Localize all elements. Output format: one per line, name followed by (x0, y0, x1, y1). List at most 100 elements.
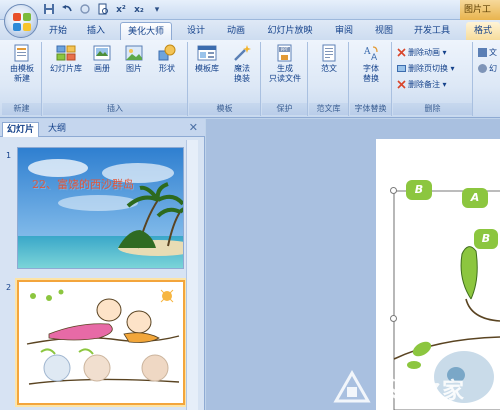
slides-pane-scrollbar[interactable] (186, 140, 198, 410)
delete-animation-icon (397, 48, 406, 57)
group-template-label: 模板 (189, 103, 260, 115)
overflow-item-1-label: 文 (489, 48, 497, 57)
generate-readonly-label: 生成 只读文件 (269, 64, 301, 83)
group-insert: 幻灯片库 画册 图片 形状 插入 (43, 42, 188, 116)
svg-text:A: A (371, 53, 378, 62)
group-protect-label: 保护 (262, 103, 307, 115)
group-template: 模板库 魔法 换装 模板 (189, 42, 261, 116)
group-delete-label: 删除 (393, 103, 472, 115)
slide-thumbnail-1[interactable]: 22、富饶的西沙群岛 (17, 147, 184, 269)
letter-bubble-a: A (462, 188, 488, 208)
font-replace-button[interactable]: AA 字体 替换 (355, 44, 387, 84)
beach-scene-image (18, 148, 183, 268)
slide-library-button[interactable]: 幻灯片库 (47, 44, 85, 74)
subscript-icon[interactable]: x₂ (132, 3, 146, 17)
overflow-item-2-label: 幻 (489, 64, 497, 73)
delete-transition-label: 删除页切换 (408, 64, 448, 73)
template-library-label: 模板库 (195, 64, 219, 73)
slide-library-label: 幻灯片库 (50, 64, 82, 73)
template-library-icon (197, 44, 217, 62)
slides-pane-tabs: 幻灯片 大纲 ✕ (0, 119, 205, 137)
group-font-replace: AA 字体 替换 字体替换 (350, 42, 392, 116)
group-new: 由模板 新建 新建 (2, 42, 42, 116)
magic-dressup-button[interactable]: 魔法 换装 (227, 44, 257, 84)
delete-transition-icon (397, 64, 406, 73)
print-preview-icon[interactable] (96, 3, 110, 17)
group-font-replace-label: 字体替换 (350, 103, 391, 115)
delete-animation-label: 删除动画 (408, 48, 440, 57)
redo-icon[interactable] (78, 3, 92, 17)
template-library-button[interactable]: 模板库 (191, 44, 223, 74)
shape-icon (157, 44, 177, 62)
text-icon (478, 48, 487, 57)
magic-wand-icon (232, 44, 252, 62)
overflow-item-1[interactable]: 文 (478, 46, 497, 59)
ppt-readonly-icon: PPT (275, 44, 295, 62)
office-button[interactable] (4, 4, 38, 38)
resize-handle-top-left[interactable] (390, 187, 397, 194)
svg-text:PPT: PPT (281, 47, 289, 52)
font-replace-label: 字体 替换 (363, 64, 379, 83)
new-from-template-button[interactable]: 由模板 新建 (4, 44, 40, 84)
template-icon (12, 44, 32, 62)
tab-format[interactable]: 格式 (466, 22, 500, 40)
tab-home[interactable]: 开始 (44, 22, 72, 40)
album-label: 画册 (94, 64, 110, 73)
save-icon[interactable] (42, 3, 56, 17)
letter-bubble-b2: B (474, 229, 498, 249)
close-pane-icon[interactable]: ✕ (189, 121, 198, 134)
new-from-template-label: 由模板 新建 (10, 64, 34, 83)
picture-label: 图片 (126, 64, 142, 73)
font-replace-icon: AA (361, 44, 381, 63)
slide-library-icon (56, 44, 76, 62)
letter-bubble-b: B (406, 180, 432, 200)
slide-thumbnail-2[interactable] (17, 280, 185, 405)
svg-text:A: A (363, 47, 371, 57)
album-icon (92, 44, 112, 62)
picture-button[interactable]: 图片 (121, 44, 147, 74)
group-samples: 范文 范文库 (309, 42, 349, 116)
tab-slides[interactable]: 幻灯片 (2, 122, 40, 137)
undo-icon[interactable] (60, 3, 74, 17)
group-overflow: 文 幻 (474, 42, 500, 116)
delete-notes-button[interactable]: 删除备注 ▾ (397, 78, 447, 91)
picture-tools-context-label: 图片工 (460, 0, 500, 20)
slides-pane: 幻灯片 大纲 ✕ 1 22、富饶的西沙群岛 2 (0, 119, 205, 410)
children-cartoon-image (19, 282, 183, 403)
office-logo-icon (13, 13, 31, 31)
generate-readonly-button[interactable]: PPT 生成 只读文件 (264, 44, 306, 84)
album-button[interactable]: 画册 (89, 44, 115, 74)
sample-doc-icon (319, 44, 339, 62)
ribbon: 由模板 新建 新建 幻灯片库 画册 图片 形状 插入 模板库 魔法 换装 模板 … (0, 40, 500, 118)
share-icon (478, 64, 487, 73)
group-delete: 删除动画 ▾ 删除页切换 ▾ 删除备注 ▾ 删除 (393, 42, 473, 116)
slide-1-title: 22、富饶的西沙群岛 (32, 178, 134, 191)
tab-view[interactable]: 视图 (370, 22, 398, 40)
overflow-item-2[interactable]: 幻 (478, 62, 497, 75)
tab-animation[interactable]: 动画 (222, 22, 250, 40)
resize-handle-left[interactable] (390, 315, 397, 322)
shape-button[interactable]: 形状 (153, 44, 181, 74)
tab-design[interactable]: 设计 (182, 22, 210, 40)
tab-slideshow[interactable]: 幻灯片放映 (262, 22, 318, 40)
group-insert-label: 插入 (43, 103, 187, 115)
shape-label: 形状 (159, 64, 175, 73)
tab-outline[interactable]: 大纲 (44, 122, 70, 137)
sample-doc-button[interactable]: 范文 (313, 44, 345, 74)
customize-icon[interactable]: ▾ (150, 3, 164, 17)
title-bar: x² x₂ ▾ 图片工 (0, 0, 500, 20)
group-samples-label: 范文库 (309, 103, 348, 115)
ribbon-tabs: 开始 插入 美化大师 设计 动画 幻灯片放映 审阅 视图 开发工具 格式 (0, 20, 500, 40)
slide-number: 2 (6, 283, 12, 292)
delete-transition-button[interactable]: 删除页切换 ▾ (397, 62, 455, 75)
watermark-text: 系统之家 (376, 379, 465, 404)
tab-developer[interactable]: 开发工具 (410, 22, 454, 40)
superscript-icon[interactable]: x² (114, 3, 128, 17)
tab-beautify-master[interactable]: 美化大师 (120, 22, 172, 40)
tab-review[interactable]: 审阅 (330, 22, 358, 40)
tab-insert[interactable]: 插入 (82, 22, 110, 40)
delete-animation-button[interactable]: 删除动画 ▾ (397, 46, 447, 59)
group-protect: PPT 生成 只读文件 保护 (262, 42, 308, 116)
quick-access-toolbar: x² x₂ ▾ (42, 3, 164, 17)
picture-icon (124, 44, 144, 62)
